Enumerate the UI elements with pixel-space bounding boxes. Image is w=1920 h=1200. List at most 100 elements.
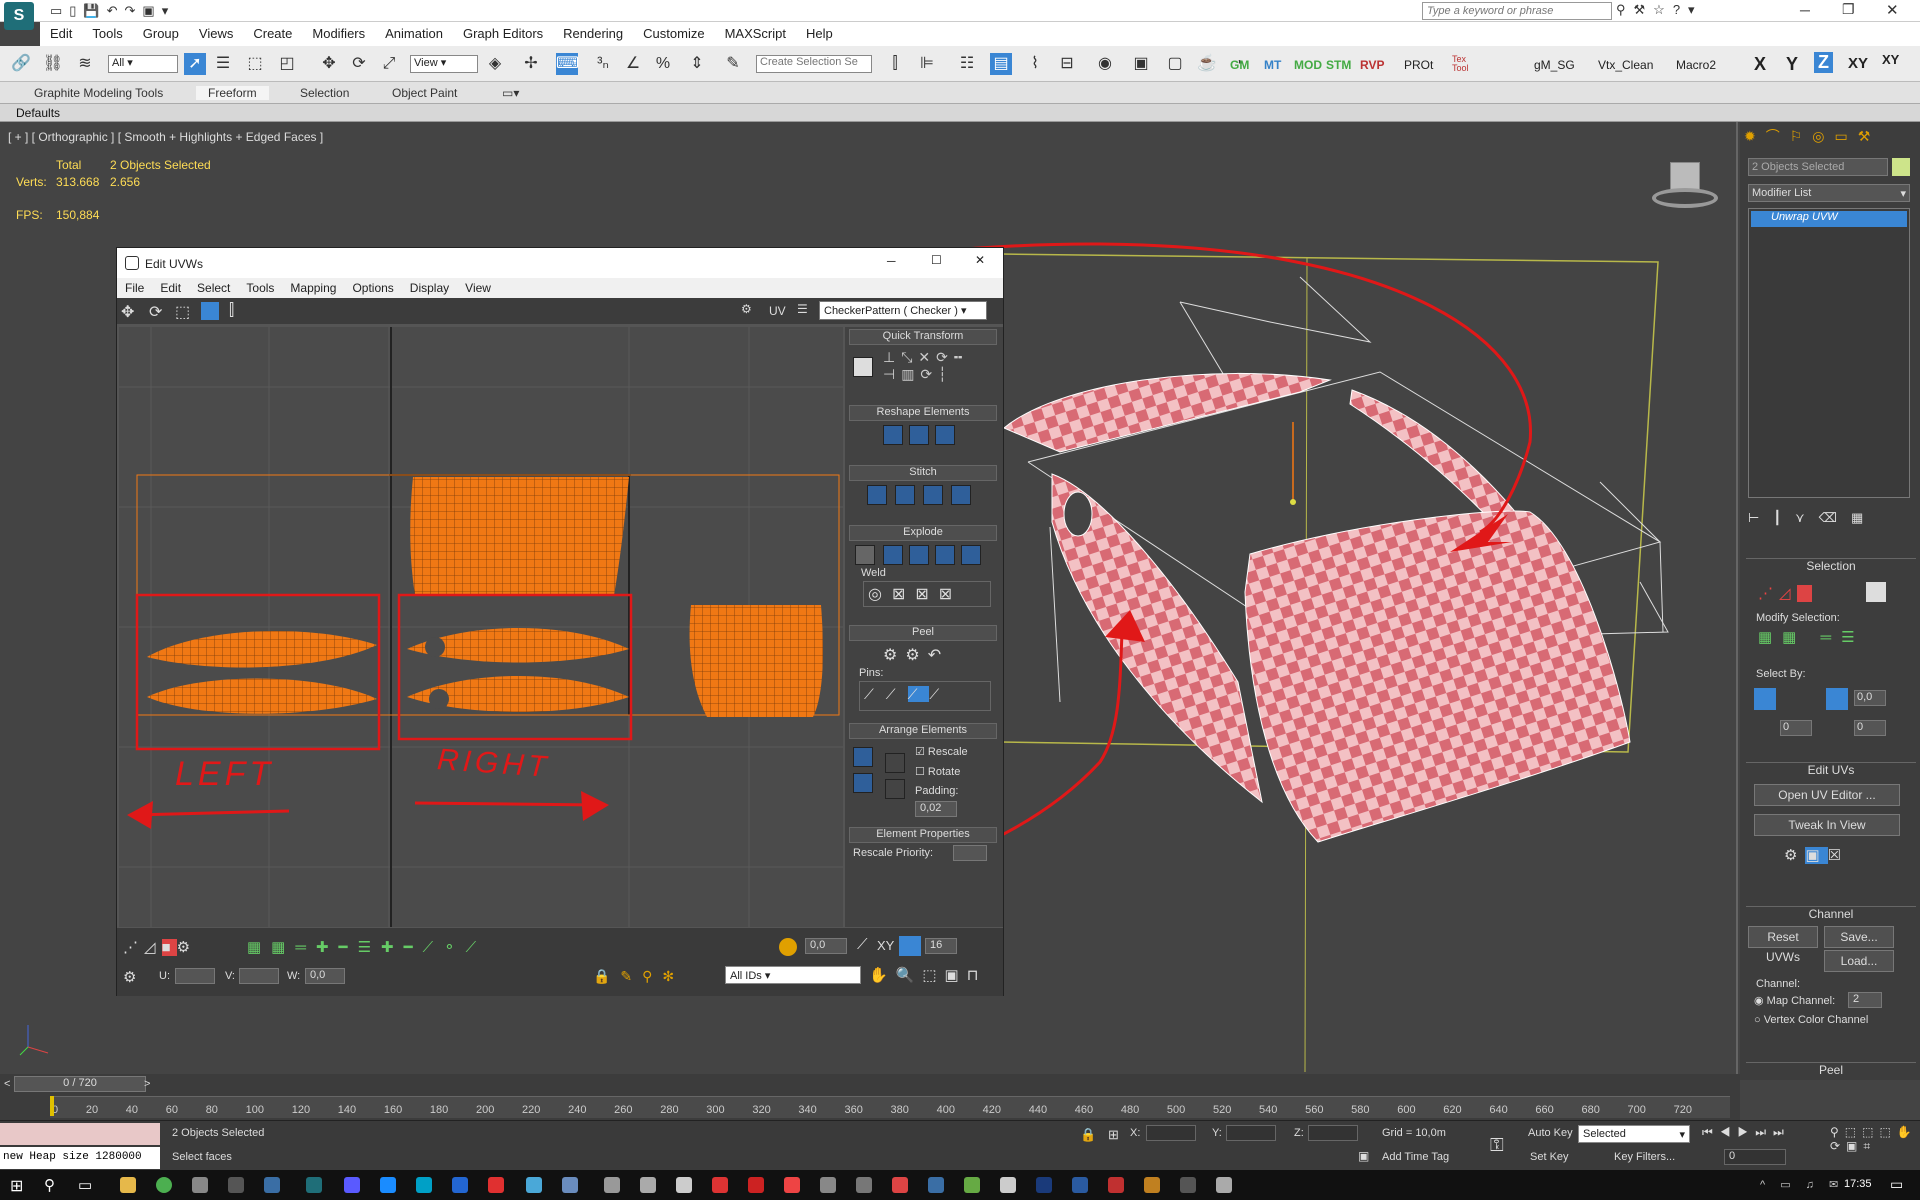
select-element-icon[interactable] xyxy=(1866,582,1886,602)
uv-label[interactable]: UV xyxy=(769,304,786,318)
photoshop-icon[interactable] xyxy=(1072,1177,1088,1193)
modifier-list-dropdown[interactable]: Modifier List ▾ xyxy=(1748,184,1910,202)
flatten-material-icon[interactable] xyxy=(935,545,955,565)
pins-icons[interactable]: ⟋⟋⟋⟋ xyxy=(859,681,991,711)
timeline[interactable]: < 0 / 720 > 0 20 40 60 80 100 120 140 160 180 200 2… xyxy=(0,1074,1740,1120)
curve-editor-icon[interactable]: ⌇ xyxy=(1024,53,1046,75)
relax-icon[interactable] xyxy=(909,425,929,445)
falloff-xy[interactable]: XY xyxy=(877,938,894,953)
time-tag-icon[interactable]: ▣ xyxy=(1358,1149,1369,1163)
task-view-icon[interactable]: ▭ xyxy=(78,1176,92,1194)
uvw-menu-view[interactable]: View xyxy=(457,278,499,298)
bridge-icon[interactable] xyxy=(1144,1177,1160,1193)
uvw-menu-display[interactable]: Display xyxy=(402,278,457,298)
selection-lock-icon[interactable]: 🔒 xyxy=(1080,1127,1096,1143)
notifications-icon[interactable]: ▭ xyxy=(1890,1176,1903,1193)
app-icon-24[interactable] xyxy=(964,1177,980,1193)
object-color-swatch[interactable] xyxy=(1892,158,1910,176)
y-coord-input[interactable] xyxy=(1226,1125,1276,1141)
app-icon-5[interactable] xyxy=(264,1177,280,1193)
script-prot[interactable]: PROt xyxy=(1404,58,1433,72)
uvw-title-bar[interactable]: Edit UVWs ─ ☐ ✕ xyxy=(117,248,1003,278)
uvw-menu-mapping[interactable]: Mapping xyxy=(282,278,344,298)
app-icon-12[interactable] xyxy=(526,1177,542,1193)
menu-rendering[interactable]: Rendering xyxy=(553,22,633,45)
menu-tools[interactable]: Tools xyxy=(82,22,132,45)
search-icon[interactable]: ⚲ xyxy=(44,1176,55,1194)
uv-checker-icon[interactable]: ⚙ xyxy=(741,302,752,316)
rollout-peel-panel[interactable]: Peel xyxy=(1746,1062,1916,1078)
script-vtx-clean[interactable]: Vtx_Clean xyxy=(1598,58,1653,72)
id-spinner[interactable]: 0 xyxy=(1854,720,1886,736)
tab-object-paint[interactable]: Object Paint xyxy=(392,86,457,100)
modify-selection-icons[interactable]: ▦▦ ═☰ xyxy=(1758,628,1865,646)
auto-key-button[interactable]: Auto Key xyxy=(1528,1127,1573,1139)
uv-move-icon[interactable]: ✥ xyxy=(121,302,134,322)
quick-planar-icons[interactable]: ⚙▣☒ xyxy=(1784,846,1849,864)
ribbon-toggle-icon[interactable]: ▤ xyxy=(990,53,1012,75)
tab-graphite[interactable]: Graphite Modeling Tools xyxy=(34,86,163,100)
percent-snap-icon[interactable]: % xyxy=(652,53,674,75)
uvw-menu-tools[interactable]: Tools xyxy=(238,278,282,298)
absolute-mode-icon[interactable]: ⚙ xyxy=(123,968,136,986)
window-crossing-icon[interactable]: ◰ xyxy=(276,53,298,75)
rollout-quick-transform[interactable]: Quick Transform xyxy=(849,329,997,345)
break-icon[interactable] xyxy=(855,545,875,565)
app-icon-20[interactable] xyxy=(820,1177,836,1193)
rollout-edit-uvs[interactable]: Edit UVs xyxy=(1746,762,1916,778)
maxscript-output[interactable]: new Heap size 1280000 xyxy=(0,1147,160,1169)
falloff-spinner[interactable]: 0,0 xyxy=(805,938,847,954)
system-tray-icons[interactable]: ^ ▭ ♫ ✉ xyxy=(1760,1178,1844,1191)
flatten-custom-icon[interactable] xyxy=(961,545,981,565)
uvw-menu-edit[interactable]: Edit xyxy=(152,278,189,298)
app-icon-11[interactable] xyxy=(488,1177,504,1193)
spinner-snap-icon[interactable]: ⇕ xyxy=(686,53,708,75)
padding-input[interactable]: 0,02 xyxy=(915,801,957,817)
map-channel-radio[interactable]: ◉ Map Channel: xyxy=(1754,994,1835,1007)
named-selection-dropdown[interactable]: Create Selection Se xyxy=(756,55,872,73)
rollout-selection[interactable]: Selection xyxy=(1746,558,1916,574)
menu-help[interactable]: Help xyxy=(796,22,843,45)
edit-named-selection-icon[interactable]: ✎ xyxy=(722,53,744,75)
selection-filter-dropdown[interactable]: All ▾ xyxy=(108,55,178,73)
v-input[interactable] xyxy=(239,968,279,984)
script-gm-sg[interactable]: gM_SG xyxy=(1534,58,1575,72)
x-coord-input[interactable] xyxy=(1146,1125,1196,1141)
time-slider-prev[interactable]: < xyxy=(4,1078,10,1090)
tweak-in-view-button[interactable]: Tweak In View xyxy=(1754,814,1900,836)
vertex-color-radio[interactable]: ○ Vertex Color Channel xyxy=(1754,1014,1868,1026)
script-gm[interactable]: GM xyxy=(1230,58,1249,72)
uvw-maximize-button[interactable]: ☐ xyxy=(931,253,942,267)
rescale-priority-input[interactable] xyxy=(953,845,987,861)
app-icon-4[interactable] xyxy=(228,1177,244,1193)
explorer-icon[interactable] xyxy=(120,1177,136,1193)
pack-together-icon[interactable] xyxy=(853,773,873,793)
menu-graph-editors[interactable]: Graph Editors xyxy=(453,22,553,45)
layer-manager-icon[interactable]: ☷ xyxy=(956,53,978,75)
help-icons[interactable]: ⚲⚒☆?▾ xyxy=(1616,2,1746,18)
app-logo-icon[interactable]: S xyxy=(4,2,34,30)
time-marker[interactable] xyxy=(50,1096,54,1116)
menu-create[interactable]: Create xyxy=(243,22,302,45)
script-macro2[interactable]: Macro2 xyxy=(1676,58,1716,72)
app-icon-8[interactable] xyxy=(380,1177,396,1193)
uv-scale-icon[interactable]: ⬚ xyxy=(175,302,190,322)
app-icon-31[interactable] xyxy=(1216,1177,1232,1193)
select-by-angle-icon[interactable] xyxy=(1826,688,1848,710)
select-by-element-icon[interactable] xyxy=(1754,688,1776,710)
search-input[interactable]: Type a keyword or phrase xyxy=(1423,5,1553,17)
relax-by-face-icon[interactable] xyxy=(935,425,955,445)
pack-normalize-icon[interactable] xyxy=(885,753,905,773)
app-icon-26[interactable] xyxy=(1036,1177,1052,1193)
uvw-menu-select[interactable]: Select xyxy=(189,278,238,298)
menu-animation[interactable]: Animation xyxy=(375,22,453,45)
edit-uvws-window[interactable]: Edit UVWs ─ ☐ ✕ File Edit Select Tools Mappi… xyxy=(116,247,1004,996)
select-manipulate-icon[interactable]: ✢ xyxy=(520,53,542,75)
w-input[interactable]: 0,0 xyxy=(305,968,345,984)
rollout-peel[interactable]: Peel xyxy=(849,625,997,641)
maxscript-listener-color[interactable] xyxy=(0,1123,160,1145)
mirror-icon[interactable]: ⫿ xyxy=(884,53,906,75)
reference-coord-dropdown[interactable]: View ▾ xyxy=(410,55,478,73)
uv-rotate-icon[interactable]: ⟳ xyxy=(149,302,162,322)
clock[interactable]: 17:35 xyxy=(1844,1178,1872,1190)
